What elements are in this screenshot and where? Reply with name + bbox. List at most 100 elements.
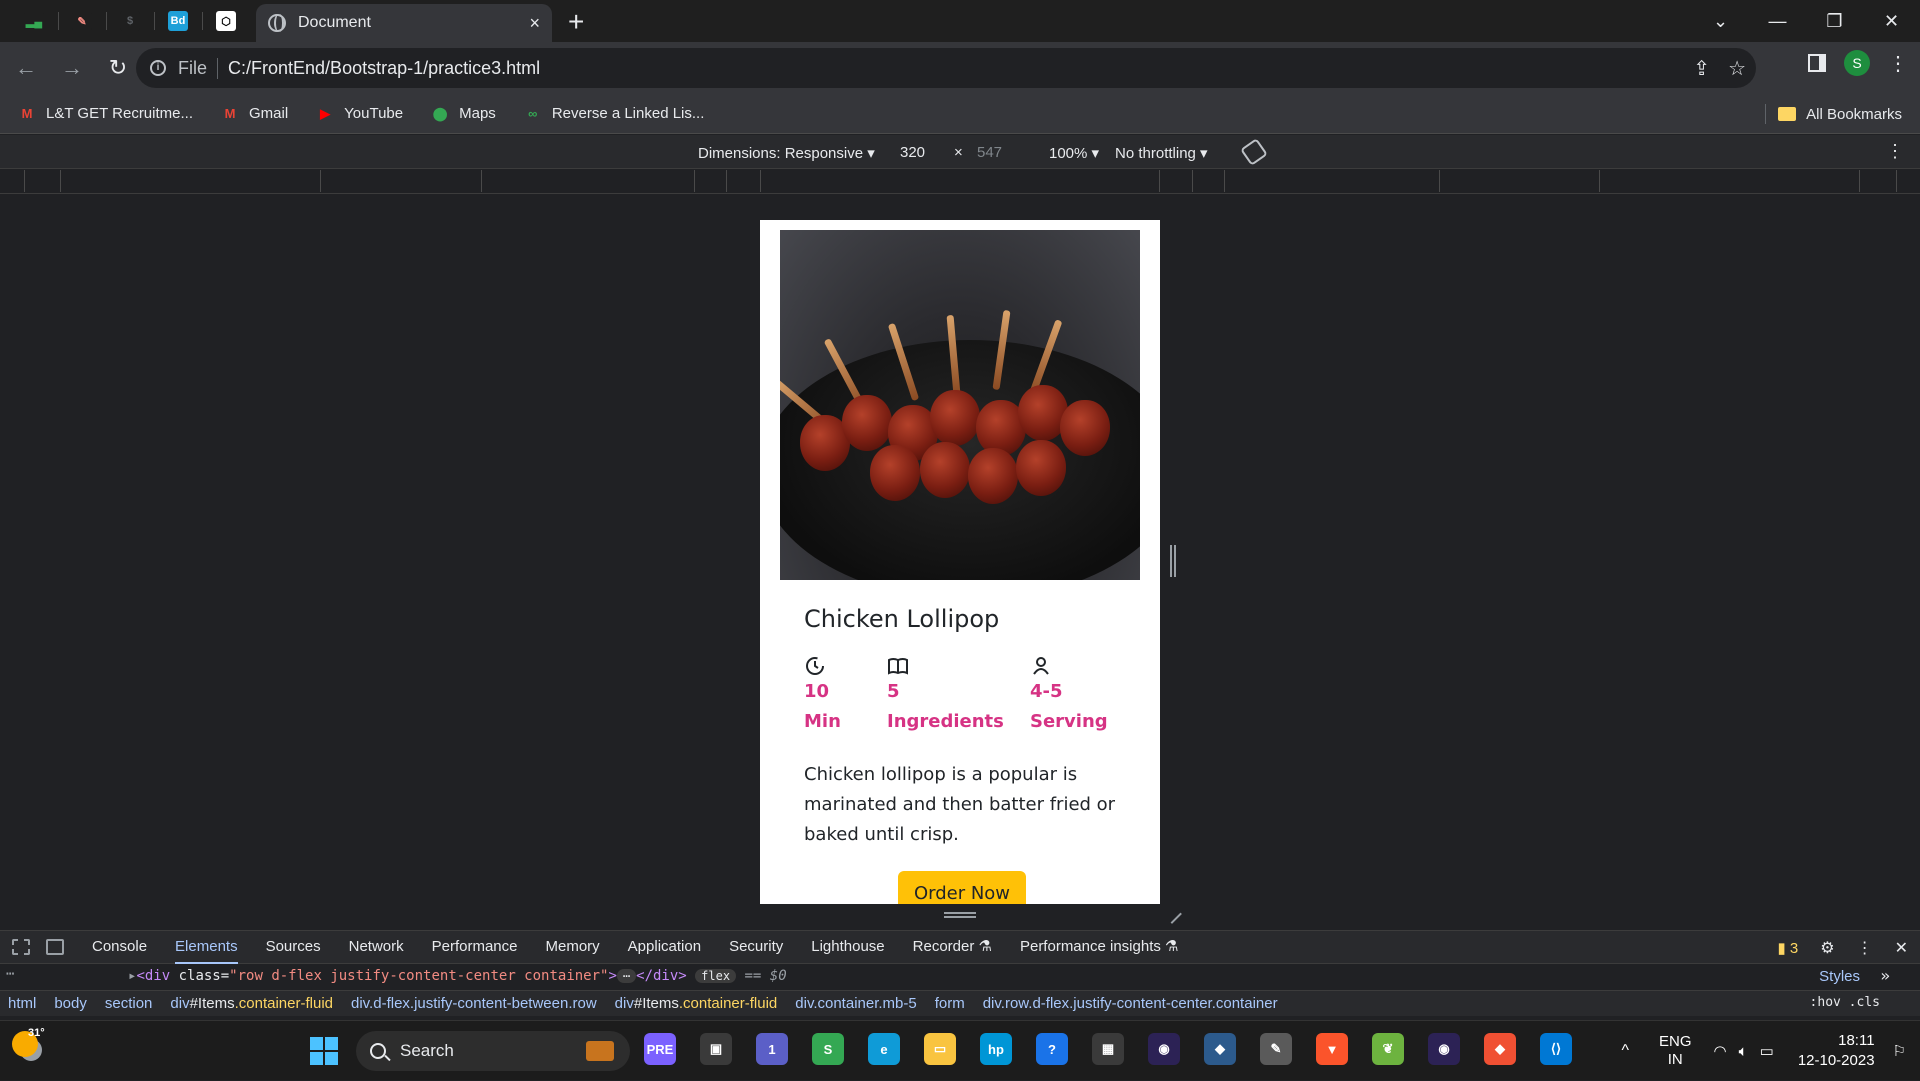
clock[interactable]: 18:11 12-10-2023: [1798, 1031, 1875, 1071]
volume-icon[interactable]: 🔈︎: [1739, 1043, 1748, 1060]
zoom-dropdown[interactable]: 100% ▾: [1049, 144, 1099, 162]
breadcrumb-item[interactable]: div.container.mb-5: [795, 995, 916, 1012]
spring-icon[interactable]: ❦: [1372, 1033, 1404, 1065]
devtools-menu-kebab-icon[interactable]: ⋮: [1857, 938, 1873, 958]
chevron-up-icon[interactable]: ^: [1621, 1042, 1629, 1060]
vscode-icon[interactable]: ⟨⟩: [1540, 1033, 1572, 1065]
flex-badge[interactable]: flex: [695, 969, 737, 983]
bookmark-item[interactable]: ∞ Reverse a Linked Lis...: [524, 105, 704, 122]
bookmark-star-icon[interactable]: ☆: [1728, 56, 1746, 81]
new-tab-button[interactable]: +: [568, 6, 584, 38]
bookmark-item[interactable]: ⬤ Maps: [431, 105, 496, 122]
start-button[interactable]: [310, 1037, 338, 1065]
minimize-button[interactable]: —: [1749, 11, 1806, 32]
breadcrumb-item[interactable]: div#Items.container-fluid: [615, 995, 778, 1012]
breadcrumb-item[interactable]: form: [935, 995, 965, 1012]
teams-chat-icon[interactable]: 1: [756, 1033, 788, 1065]
brave-icon[interactable]: ▼: [1316, 1033, 1348, 1065]
share-icon[interactable]: ⇪: [1693, 56, 1710, 81]
more-tabs-chevron-icon[interactable]: »: [1880, 966, 1890, 985]
weather-widget[interactable]: 31°: [12, 1027, 45, 1057]
battery-icon[interactable]: ▭: [1760, 1042, 1774, 1060]
devtools-close-icon[interactable]: ✕: [1895, 938, 1908, 958]
reload-button[interactable]: ↻: [98, 48, 138, 88]
devtools-tab[interactable]: Console: [92, 930, 147, 964]
devtools-tab[interactable]: Network: [349, 930, 404, 964]
styles-tab[interactable]: Styles: [1819, 968, 1860, 985]
throttling-dropdown[interactable]: No throttling ▾: [1115, 144, 1208, 162]
restore-button[interactable]: ❐: [1806, 11, 1863, 32]
profile-avatar[interactable]: S: [1844, 50, 1870, 76]
hov-cls-toggle[interactable]: :hov .cls: [1810, 995, 1880, 1010]
devtools-tab[interactable]: Performance insights ⚗: [1020, 930, 1179, 964]
store-icon[interactable]: ▦: [1092, 1033, 1124, 1065]
devtools-tab[interactable]: Sources: [266, 930, 321, 964]
side-panel-icon[interactable]: [1808, 54, 1826, 72]
bookmark-item[interactable]: M Gmail: [221, 105, 289, 122]
language-indicator[interactable]: ENG IN: [1659, 1033, 1692, 1069]
breadcrumb-item[interactable]: section: [105, 995, 153, 1012]
width-input[interactable]: 320: [900, 144, 925, 161]
order-now-button[interactable]: Order Now: [898, 871, 1026, 904]
pinned-tab[interactable]: ▂▄: [10, 0, 58, 42]
file-explorer-icon[interactable]: ▭: [924, 1033, 956, 1065]
devtools-tab[interactable]: Recorder ⚗: [913, 930, 992, 964]
task-view-icon[interactable]: ▣: [700, 1033, 732, 1065]
issues-badge[interactable]: ▮ 3: [1777, 939, 1798, 957]
pinned-tab[interactable]: ✎: [58, 0, 106, 42]
resize-handle-right[interactable]: [1170, 545, 1176, 577]
address-bar[interactable]: i File C:/FrontEnd/Bootstrap-1/practice3…: [136, 48, 1756, 88]
devtools-tab[interactable]: Performance: [432, 930, 518, 964]
myhp-icon[interactable]: hp: [980, 1033, 1012, 1065]
dimensions-dropdown[interactable]: Dimensions: Responsive ▾: [698, 144, 875, 162]
bookmark-item[interactable]: M L&T GET Recruitme...: [18, 105, 193, 122]
devtools-tab[interactable]: Security: [729, 930, 783, 964]
rotate-button[interactable]: [1240, 138, 1268, 166]
close-window-button[interactable]: ✕: [1863, 11, 1920, 32]
help-icon[interactable]: ?: [1036, 1033, 1068, 1065]
wifi-icon[interactable]: ◠: [1714, 1042, 1727, 1060]
ellipsis-icon[interactable]: ⋯: [6, 966, 14, 982]
mysql-icon[interactable]: ◆: [1204, 1033, 1236, 1065]
devtools-tab[interactable]: Memory: [546, 930, 600, 964]
tab-document[interactable]: Document ×: [256, 4, 552, 42]
pinned-tab[interactable]: Bd: [154, 0, 202, 42]
tab-close-icon[interactable]: ×: [529, 13, 540, 34]
menu-kebab-icon[interactable]: ⋮: [1888, 51, 1908, 76]
device-toggle-icon[interactable]: [46, 939, 64, 955]
edge-icon[interactable]: e: [868, 1033, 900, 1065]
tab-search-icon[interactable]: ⌄: [1692, 11, 1749, 32]
code-ellipsis-pill[interactable]: ⋯: [616, 969, 637, 983]
height-input[interactable]: 547: [977, 144, 1002, 161]
taskbar-search[interactable]: Search: [356, 1031, 630, 1071]
url-text[interactable]: C:/FrontEnd/Bootstrap-1/practice3.html: [228, 58, 540, 79]
back-button[interactable]: ←: [6, 48, 46, 88]
device-frame[interactable]: Chicken Lollipop 10 Min 5 Ingredients 4-…: [760, 220, 1160, 904]
eclipse-ide-icon[interactable]: ◉: [1428, 1033, 1460, 1065]
copilot-icon[interactable]: PRE: [644, 1033, 676, 1065]
devtools-tab[interactable]: Elements: [175, 930, 238, 964]
git-icon[interactable]: ◆: [1484, 1033, 1516, 1065]
breadcrumb-item[interactable]: div.d-flex.justify-content-between.row: [351, 995, 597, 1012]
resize-handle-corner[interactable]: [1162, 904, 1182, 924]
forward-button[interactable]: →: [52, 48, 92, 88]
pinned-tab[interactable]: $: [106, 0, 154, 42]
breadcrumb-item[interactable]: html: [8, 995, 36, 1012]
info-icon[interactable]: i: [150, 60, 166, 76]
breadcrumb-item[interactable]: body: [54, 995, 87, 1012]
eclipse-icon[interactable]: ◉: [1148, 1033, 1180, 1065]
devtools-tab[interactable]: Lighthouse: [811, 930, 884, 964]
device-menu-kebab-icon[interactable]: ⋮: [1886, 141, 1904, 162]
chrome-icon[interactable]: S: [812, 1033, 844, 1065]
settings-gear-icon[interactable]: ⚙: [1820, 938, 1834, 958]
notifications-icon[interactable]: ⚐: [1893, 1042, 1906, 1060]
pinned-tab[interactable]: ⬡: [202, 0, 250, 42]
all-bookmarks-button[interactable]: All Bookmarks: [1765, 94, 1902, 134]
devtools-tab[interactable]: Application: [628, 930, 701, 964]
bookmark-item[interactable]: ▶ YouTube: [316, 105, 403, 122]
inspect-element-icon[interactable]: [12, 939, 30, 955]
selected-dom-node[interactable]: ▸<div class="row d-flex justify-content-…: [128, 968, 787, 984]
breadcrumb-item[interactable]: div#Items.container-fluid: [170, 995, 333, 1012]
resize-handle-bottom[interactable]: [944, 912, 976, 918]
breadcrumb-item[interactable]: div.row.d-flex.justify-content-center.co…: [983, 995, 1278, 1012]
